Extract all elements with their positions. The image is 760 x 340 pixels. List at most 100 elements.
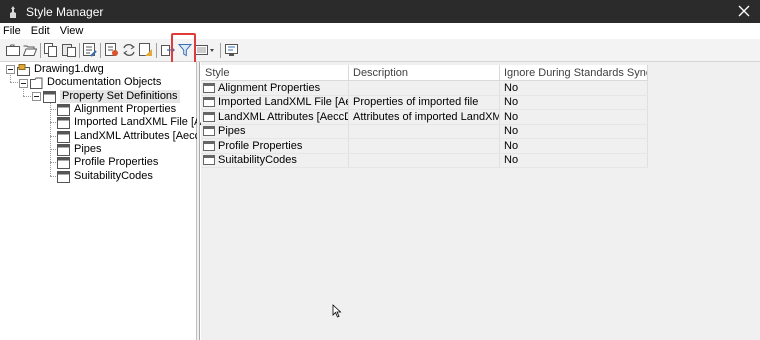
- ignore-cell: No: [500, 124, 648, 138]
- style-name: Profile Properties: [218, 139, 303, 152]
- menu-file[interactable]: File: [0, 25, 25, 37]
- tree-connector: [50, 100, 51, 176]
- tree-item-style[interactable]: Alignment Properties: [57, 103, 176, 116]
- pane-splitter[interactable]: [197, 62, 200, 340]
- tree-connector: [50, 122, 56, 123]
- table-row[interactable]: Pipes No: [201, 124, 648, 139]
- column-header-ignore[interactable]: Ignore During Standards Synchro...: [500, 65, 648, 81]
- table-icon: [43, 90, 56, 103]
- view-options-dropdown-icon[interactable]: [195, 42, 215, 58]
- table-row[interactable]: SuitabilityCodes No: [201, 153, 648, 168]
- toolbar-separator: [220, 43, 221, 58]
- folder-icon: [30, 77, 43, 89]
- column-header-description[interactable]: Description: [349, 65, 500, 81]
- toolbar: [0, 39, 760, 62]
- toolbar-separator: [156, 43, 157, 58]
- ignore-cell: No: [500, 95, 648, 109]
- window-title: Style Manager: [26, 4, 104, 19]
- toolbar-separator: [100, 43, 101, 58]
- collapse-toggle[interactable]: [32, 92, 41, 101]
- style-cell: Profile Properties: [201, 139, 349, 153]
- purge-icon[interactable]: [104, 42, 120, 58]
- menu-bar: File Edit View: [0, 23, 760, 39]
- tree-connector: [50, 162, 56, 163]
- style-cell: Alignment Properties: [201, 81, 349, 95]
- menu-view[interactable]: View: [56, 25, 88, 37]
- property-set-icon: [57, 130, 70, 143]
- tree-item-style[interactable]: Profile Properties: [57, 156, 158, 169]
- copy-icon[interactable]: [43, 42, 59, 58]
- tree-connector: [50, 109, 56, 110]
- table-row[interactable]: LandXML Attributes [AeccDbSu... Attribut…: [201, 110, 648, 125]
- style-name: Pipes: [218, 125, 246, 138]
- tree-label: Drawing1.dwg: [34, 63, 104, 75]
- tree-item-drawing[interactable]: Drawing1.dwg: [17, 63, 104, 76]
- app-icon: [6, 5, 20, 19]
- drawing-icon: [17, 63, 30, 76]
- property-set-icon: [203, 140, 215, 151]
- tree-label: Property Set Definitions: [60, 90, 180, 103]
- style-name: LandXML Attributes [AeccDbSu...: [218, 110, 349, 123]
- table-row[interactable]: Alignment Properties No: [201, 81, 648, 96]
- tree-connector: [10, 82, 18, 83]
- tree-connector: [50, 136, 56, 137]
- table-row[interactable]: Profile Properties No: [201, 139, 648, 154]
- tree-item-property-set-definitions[interactable]: Property Set Definitions: [43, 90, 180, 103]
- tree-view: Drawing1.dwg Documentation Objects Prope…: [0, 62, 222, 340]
- tree-label: Profile Properties: [74, 156, 159, 168]
- style-cell: Imported LandXML File [AeccD...: [201, 95, 349, 109]
- property-set-icon: [57, 143, 70, 156]
- tree-item-documentation-objects[interactable]: Documentation Objects: [30, 76, 161, 89]
- column-header-style[interactable]: Style: [201, 65, 349, 81]
- collapse-toggle[interactable]: [19, 79, 28, 88]
- ignore-cell: No: [500, 153, 648, 167]
- toolbar-separator: [79, 43, 80, 58]
- style-cell: Pipes: [201, 124, 349, 138]
- description-cell: Properties of imported file: [349, 95, 500, 109]
- tree-label: SuitabilityCodes: [74, 170, 153, 182]
- title-bar: Style Manager: [0, 0, 760, 23]
- style-name: Imported LandXML File [AeccD...: [218, 96, 348, 109]
- description-cell: [349, 139, 500, 153]
- property-set-icon: [203, 155, 215, 166]
- style-name: SuitabilityCodes: [218, 154, 297, 167]
- mouse-pointer-icon: [332, 304, 342, 318]
- grid-header: Style Description Ignore During Standard…: [201, 65, 648, 81]
- tree-label: Pipes: [74, 143, 102, 155]
- property-set-icon: [57, 170, 70, 183]
- style-cell: SuitabilityCodes: [201, 153, 349, 167]
- tree-connector: [50, 149, 56, 150]
- collapse-toggle[interactable]: [6, 65, 15, 74]
- new-drawing-icon[interactable]: [5, 42, 21, 58]
- filter-button-highlight: [171, 33, 196, 65]
- description-cell: [349, 153, 500, 167]
- property-set-icon: [203, 111, 215, 122]
- grid-body: Alignment Properties No Imported LandXML…: [201, 81, 648, 168]
- property-set-icon: [57, 156, 70, 169]
- menu-edit[interactable]: Edit: [27, 25, 54, 37]
- tree-connector: [23, 96, 31, 97]
- property-set-icon: [203, 126, 215, 137]
- property-set-icon: [57, 103, 70, 116]
- property-set-icon: [203, 97, 215, 108]
- toggle-view-icon[interactable]: [224, 42, 240, 58]
- close-icon[interactable]: [736, 3, 752, 19]
- ignore-cell: No: [500, 81, 648, 95]
- update-standards-icon[interactable]: [138, 42, 154, 58]
- description-cell: [349, 124, 500, 138]
- synchronize-icon[interactable]: [121, 42, 137, 58]
- tree-label: Documentation Objects: [47, 76, 162, 88]
- property-set-icon: [203, 82, 215, 93]
- paste-icon[interactable]: [61, 42, 77, 58]
- ignore-cell: No: [500, 139, 648, 153]
- style-cell: LandXML Attributes [AeccDbSu...: [201, 110, 349, 124]
- tree-item-style[interactable]: Pipes: [57, 143, 102, 156]
- tree-label: Alignment Properties: [74, 103, 177, 115]
- description-cell: Attributes of imported LandXML e...: [349, 110, 500, 124]
- table-row[interactable]: Imported LandXML File [AeccD... Properti…: [201, 95, 648, 110]
- tree-item-style[interactable]: SuitabilityCodes: [57, 170, 153, 183]
- tree-connector: [50, 176, 56, 177]
- edit-style-icon[interactable]: [82, 42, 98, 58]
- open-drawing-icon[interactable]: [22, 42, 38, 58]
- ignore-cell: No: [500, 110, 648, 124]
